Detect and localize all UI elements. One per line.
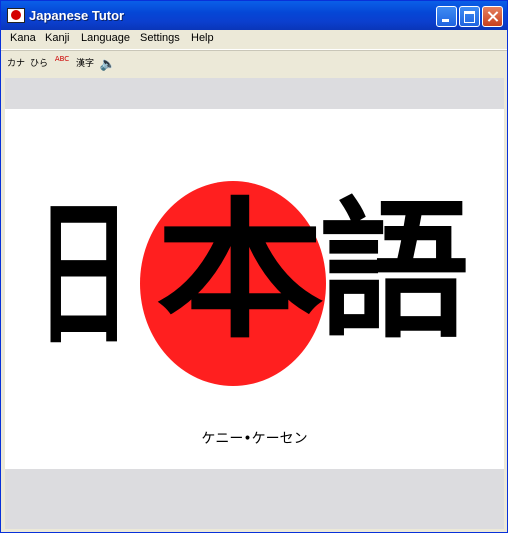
kanji-hon: 本 xyxy=(156,185,325,359)
minimize-button[interactable] xyxy=(436,6,457,27)
close-button[interactable] xyxy=(482,6,503,27)
katakana-mode-icon[interactable]: カナ xyxy=(6,55,26,74)
window-title: Japanese Tutor xyxy=(29,8,125,23)
title-bar[interactable]: Japanese Tutor xyxy=(1,1,507,30)
hiragana-mode-icon[interactable]: ひら xyxy=(29,55,49,74)
toolbar: カナ ひら ABC 漢字 🔈 xyxy=(1,50,507,78)
maximize-button[interactable] xyxy=(459,6,480,27)
app-window: Japanese Tutor Kana Kanji Language Setti… xyxy=(0,0,508,533)
author-name: ケニー•ケーセン xyxy=(201,431,308,447)
kanji-go: 語 xyxy=(319,185,470,359)
menu-bar: Kana Kanji Language Settings Help xyxy=(1,30,507,50)
menu-settings[interactable]: Settings xyxy=(138,32,182,44)
menu-kanji[interactable]: Kanji xyxy=(43,32,71,44)
speaker-icon[interactable]: 🔈 xyxy=(98,55,118,74)
romaji-mode-icon[interactable]: ABC xyxy=(52,55,72,74)
app-flag-icon xyxy=(7,8,25,23)
top-gray-band xyxy=(5,78,504,109)
menu-language[interactable]: Language xyxy=(79,32,132,44)
menu-kana[interactable]: Kana xyxy=(8,32,38,44)
menu-help[interactable]: Help xyxy=(189,32,216,44)
kanji-nichi: 日 xyxy=(35,184,132,366)
bottom-gray-band xyxy=(5,469,504,529)
kanji-mode-icon[interactable]: 漢字 xyxy=(75,55,95,74)
